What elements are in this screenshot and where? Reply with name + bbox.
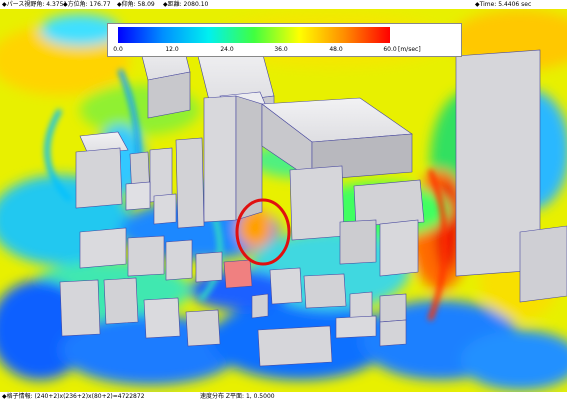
velocity-color-legend: 0.0 12.0 24.0 36.0 48.0 60.0 [m/sec] [107,23,462,57]
velocity-plane-readout: 速度分布 Z平面: 1, 0.5000 [200,393,275,400]
legend-unit: [m/sec] [398,46,421,53]
legend-tick-1: 12.0 [165,46,179,53]
distance-readout: ◆距離: 2080.10 [163,1,209,8]
elevation-readout: ◆仰角: 58.09 [117,1,155,8]
color-scale-bar [118,27,390,43]
status-bar: ◆格子情報: (240+2)x(236+2)x(80+2)=4722872 速度… [0,392,567,402]
simulation-viewport[interactable]: 0.0 12.0 24.0 36.0 48.0 60.0 [m/sec] [0,9,567,392]
legend-tick-3: 36.0 [274,46,288,53]
legend-tick-0: 0.0 [113,46,123,53]
legend-tick-2: 24.0 [220,46,234,53]
velocity-field-render [0,9,567,392]
view-parameters-bar: ◆パース視野角: 4.3751 ◆方位角: 176.77 ◆仰角: 58.09 … [0,0,567,9]
azimuth-readout: ◆方位角: 176.77 [63,1,111,8]
time-readout: ◆Time: 5.4406 sec [475,1,532,8]
legend-tick-4: 48.0 [329,46,343,53]
grid-info-readout: ◆格子情報: (240+2)x(236+2)x(80+2)=4722872 [2,393,145,400]
perspective-angle-readout: ◆パース視野角: 4.3751 [2,1,68,8]
